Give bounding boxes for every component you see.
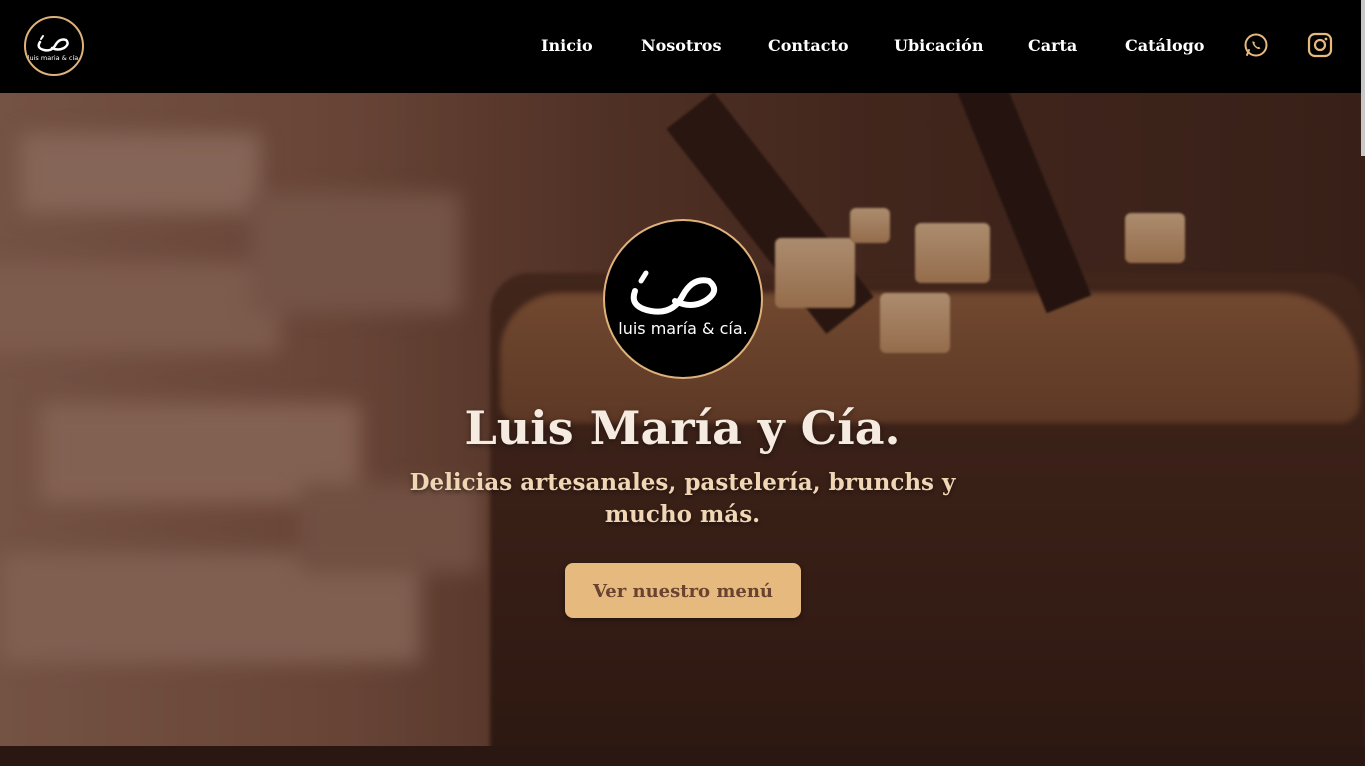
main-nav: Inicio Nosotros Contacto Ubicación Carta… [0, 0, 1365, 93]
scrollbar[interactable] [1361, 0, 1365, 156]
nav-inicio[interactable]: Inicio [541, 36, 593, 56]
instagram-icon[interactable] [1307, 32, 1333, 58]
nav-contacto[interactable]: Contacto [768, 36, 849, 56]
hero-logo-mark: luis maría & cía. [618, 270, 748, 338]
view-menu-button[interactable]: Ver nuestro menú [565, 563, 801, 618]
nav-nosotros[interactable]: Nosotros [641, 36, 721, 56]
nav-carta[interactable]: Carta [1028, 36, 1077, 56]
next-section-edge [0, 746, 1365, 766]
hero-subtitle: Delicias artesanales, pastelería, brunch… [409, 469, 956, 528]
nav-catalogo[interactable]: Catálogo [1125, 36, 1204, 56]
top-navbar: luis maria & cía. Inicio Nosotros Contac… [0, 0, 1365, 93]
nav-ubicacion[interactable]: Ubicación [894, 36, 983, 56]
hero-logo: luis maría & cía. [603, 219, 763, 379]
hero-title: Luis María y Cía. [464, 401, 901, 455]
hero-logo-text: luis maría & cía. [618, 319, 747, 338]
hero-section: luis maría & cía. Luis María y Cía. Deli… [0, 93, 1365, 746]
whatsapp-icon[interactable] [1243, 32, 1269, 58]
